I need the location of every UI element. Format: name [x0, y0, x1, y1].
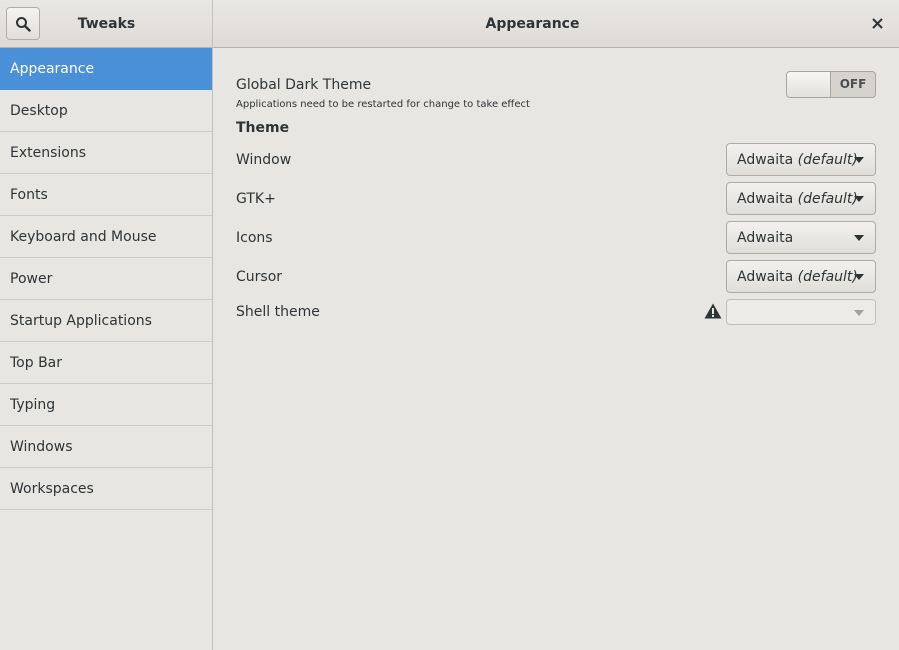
- sidebar-item-keyboard-and-mouse[interactable]: Keyboard and Mouse: [0, 216, 212, 258]
- dropdown-arrow-icon: [854, 235, 864, 241]
- icons-theme-label: Icons: [236, 230, 273, 246]
- sidebar-item-windows[interactable]: Windows: [0, 426, 212, 468]
- sidebar-item-appearance[interactable]: Appearance: [0, 48, 212, 90]
- tweaks-window: Tweaks Appearance Appearance Desktop Ext…: [0, 0, 899, 650]
- sidebar-item-typing[interactable]: Typing: [0, 384, 212, 426]
- sidebar-item-startup-applications[interactable]: Startup Applications: [0, 300, 212, 342]
- gtk-theme-label: GTK+: [236, 191, 276, 207]
- app-title: Tweaks: [77, 16, 136, 32]
- sidebar-item-label: Power: [10, 270, 53, 287]
- sidebar-item-extensions[interactable]: Extensions: [0, 132, 212, 174]
- switch-state-label: OFF: [839, 77, 867, 91]
- dropdown-value-text: Adwaita: [737, 268, 794, 285]
- sidebar-item-label: Extensions: [10, 144, 87, 161]
- dropdown-arrow-icon: [854, 310, 864, 316]
- sidebar-item-label: Top Bar: [10, 354, 63, 371]
- theme-section-title: Theme: [236, 120, 290, 136]
- warning-icon: [704, 303, 722, 319]
- dropdown-arrow-icon: [854, 157, 864, 163]
- close-icon: [871, 17, 883, 29]
- global-dark-theme-switch[interactable]: OFF: [786, 71, 876, 98]
- sidebar: Appearance Desktop Extensions Fonts Keyb…: [0, 48, 213, 650]
- appearance-panel: Global Dark Theme Applications need to b…: [214, 48, 899, 650]
- shell-theme-dropdown[interactable]: [726, 299, 876, 325]
- dropdown-default-suffix: (default): [797, 268, 858, 285]
- sidebar-item-label: Keyboard and Mouse: [10, 228, 157, 245]
- window-theme-dropdown[interactable]: Adwaita (default): [726, 143, 876, 176]
- sidebar-item-workspaces[interactable]: Workspaces: [0, 468, 212, 510]
- dropdown-value-text: Adwaita: [737, 151, 794, 168]
- sidebar-item-top-bar[interactable]: Top Bar: [0, 342, 212, 384]
- global-dark-theme-label: Global Dark Theme: [236, 77, 372, 93]
- dropdown-value-text: Adwaita: [737, 229, 794, 246]
- icons-theme-dropdown[interactable]: Adwaita: [726, 221, 876, 254]
- page-title: Appearance: [485, 16, 580, 32]
- dropdown-value-text: Adwaita: [737, 190, 794, 207]
- shell-theme-label: Shell theme: [236, 304, 320, 320]
- sidebar-item-power[interactable]: Power: [0, 258, 212, 300]
- dropdown-default-suffix: (default): [797, 151, 858, 168]
- sidebar-item-label: Fonts: [10, 186, 48, 203]
- restart-hint: Applications need to be restarted for ch…: [236, 99, 530, 110]
- sidebar-item-label: Startup Applications: [10, 312, 152, 329]
- switch-knob: [787, 72, 831, 97]
- window-theme-label: Window: [236, 152, 292, 168]
- dropdown-arrow-icon: [854, 274, 864, 280]
- sidebar-item-label: Desktop: [10, 102, 68, 119]
- sidebar-item-label: Windows: [10, 438, 73, 455]
- header-bar: Tweaks Appearance: [0, 0, 899, 48]
- sidebar-item-label: Typing: [10, 396, 56, 413]
- search-icon: [16, 16, 31, 32]
- gtk-theme-dropdown[interactable]: Adwaita (default): [726, 182, 876, 215]
- sidebar-item-label: Workspaces: [10, 480, 94, 497]
- search-button[interactable]: [6, 7, 40, 40]
- sidebar-item-fonts[interactable]: Fonts: [0, 174, 212, 216]
- cursor-theme-label: Cursor: [236, 269, 283, 285]
- sidebar-item-desktop[interactable]: Desktop: [0, 90, 212, 132]
- dropdown-default-suffix: (default): [797, 190, 858, 207]
- dropdown-arrow-icon: [854, 196, 864, 202]
- sidebar-item-label: Appearance: [10, 60, 95, 77]
- cursor-theme-dropdown[interactable]: Adwaita (default): [726, 260, 876, 293]
- close-button[interactable]: [867, 13, 887, 33]
- header-left-pane: Tweaks: [0, 0, 213, 48]
